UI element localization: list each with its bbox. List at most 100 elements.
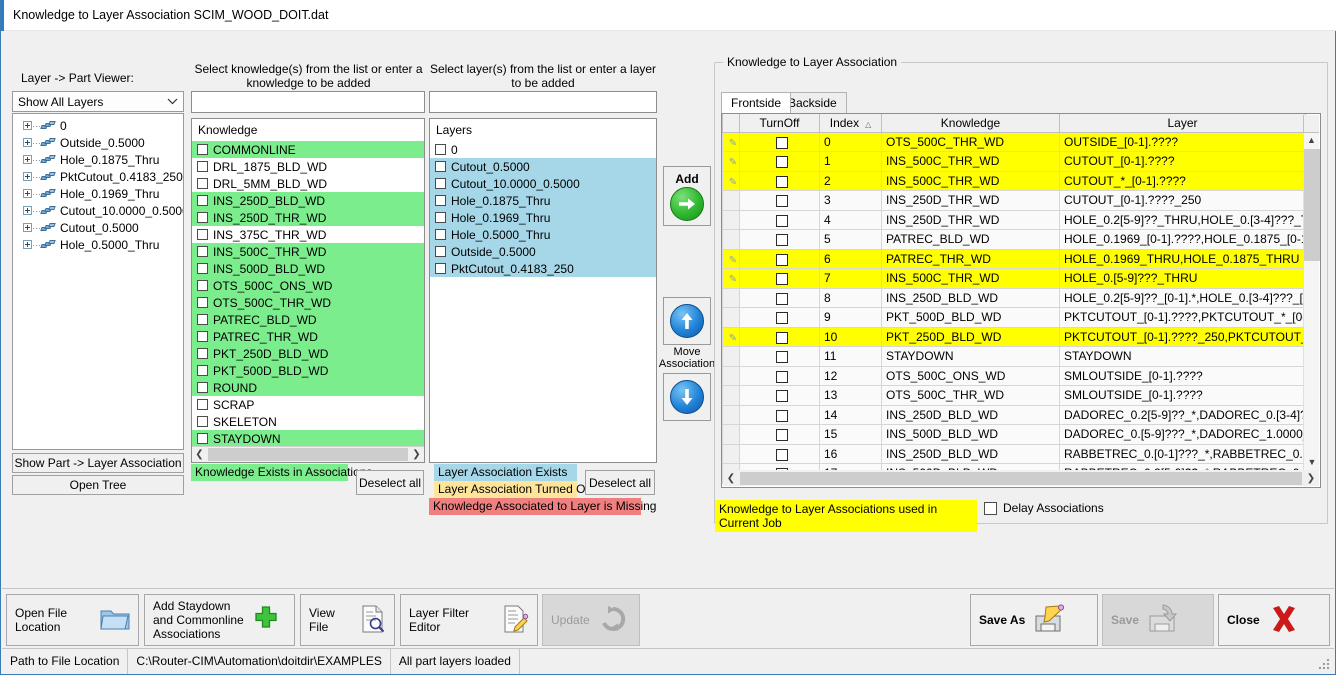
knowledge-list-item[interactable]: STAYDOWN: [192, 430, 424, 447]
layer-cell[interactable]: DADOREC_0.2[5-9]??_*,DADOREC_0.[3-4]???_…: [1059, 404, 1306, 425]
view-file-button[interactable]: View File: [300, 594, 395, 646]
knowledge-cell[interactable]: INS_500D_BLD_WD: [881, 424, 1060, 445]
tree-item[interactable]: ··· PktCutout_0.4183_250: [13, 168, 183, 185]
layers-list-item[interactable]: Hole_0.5000_Thru: [430, 226, 656, 243]
layers-list-item[interactable]: Cutout_10.0000_0.5000: [430, 175, 656, 192]
expand-plus-icon[interactable]: [23, 172, 32, 181]
delay-associations-checkbox[interactable]: [984, 501, 997, 515]
resize-grip-icon[interactable]: [1319, 659, 1331, 671]
table-hscrollbar[interactable]: ❮ ❯: [723, 470, 1319, 486]
layer-part-tree[interactable]: ··· 0 ··· Outside_0.5000 ··· Hole_0.1875…: [12, 113, 184, 450]
tree-item[interactable]: ··· Cutout_0.5000: [13, 219, 183, 236]
knowledge-item-checkbox[interactable]: [197, 416, 208, 427]
turnoff-cell[interactable]: [739, 287, 820, 308]
tree-item[interactable]: ··· Hole_0.1875_Thru: [13, 151, 183, 168]
table-row[interactable]: 8 INS_250D_BLD_WD HOLE_0.2[5-9]??_[0-1].*,…: [722, 287, 1306, 308]
knowledge-cell[interactable]: INS_250D_THR_WD: [881, 209, 1060, 230]
scroll-up-icon[interactable]: ▲: [1304, 133, 1319, 148]
table-row[interactable]: ✎ 2 INS_500C_THR_WD CUTOUT_*_[0-1].????: [722, 170, 1306, 191]
table-row[interactable]: 4 INS_250D_THR_WD HOLE_0.2[5-9]??_THRU,HOL…: [722, 209, 1306, 230]
table-row[interactable]: 13 OTS_500C_THR_WD SMLOUTSIDE_[0-1].????: [722, 385, 1306, 406]
layers-list-item[interactable]: PktCutout_0.4183_250: [430, 260, 656, 277]
knowledge-list-item[interactable]: OTS_500C_ONS_WD: [192, 277, 424, 294]
row-edit-indicator[interactable]: [722, 385, 740, 406]
knowledge-cell[interactable]: INS_500C_THR_WD: [881, 170, 1060, 191]
turnoff-cell[interactable]: [739, 424, 820, 445]
show-layers-combobox[interactable]: Show All Layers: [12, 91, 184, 112]
row-edit-indicator[interactable]: [722, 404, 740, 425]
turnoff-cell[interactable]: [739, 131, 820, 152]
knowledge-cell[interactable]: PATREC_BLD_WD: [881, 229, 1060, 250]
table-row[interactable]: 15 INS_500D_BLD_WD DADOREC_0.[5-9]???_*,DA…: [722, 424, 1306, 445]
knowledge-list-item[interactable]: OTS_500C_THR_WD: [192, 294, 424, 311]
show-part-layer-association-button[interactable]: Show Part -> Layer Association: [12, 453, 184, 473]
layers-list[interactable]: Layers 0 Cutout_0.5000 Cutout_10.0000_0.50…: [429, 118, 657, 463]
expand-plus-icon[interactable]: [23, 121, 32, 130]
knowledge-deselect-all-button[interactable]: Deselect all: [356, 470, 424, 495]
layer-item-checkbox[interactable]: [435, 263, 446, 274]
knowledge-list-item[interactable]: DRL_5MM_BLD_WD: [192, 175, 424, 192]
layer-cell[interactable]: PKTCUTOUT_[0-1].????_250,PKTCUTOUT_*_[0-…: [1059, 326, 1306, 347]
knowledge-item-checkbox[interactable]: [197, 144, 208, 155]
expand-plus-icon[interactable]: [23, 189, 32, 198]
knowledge-item-checkbox[interactable]: [197, 365, 208, 376]
turnoff-checkbox[interactable]: [775, 214, 788, 227]
knowledge-list-item[interactable]: PKT_500D_BLD_WD: [192, 362, 424, 379]
layer-cell[interactable]: HOLE_0.2[5-9]??_[0-1].*,HOLE_0.[3-4]???_…: [1059, 287, 1306, 308]
layers-list-item[interactable]: Cutout_0.5000: [430, 158, 656, 175]
row-edit-indicator[interactable]: ✎: [722, 268, 740, 289]
layer-cell[interactable]: HOLE_0.[5-9]???_THRU: [1059, 268, 1306, 289]
knowledge-item-checkbox[interactable]: [197, 314, 208, 325]
row-edit-indicator[interactable]: [722, 443, 740, 464]
layer-item-checkbox[interactable]: [435, 246, 446, 257]
scroll-left-icon[interactable]: ❮: [723, 473, 739, 484]
knowledge-cell[interactable]: INS_500C_THR_WD: [881, 151, 1060, 172]
column-header-index[interactable]: Index △: [819, 114, 882, 133]
turnoff-checkbox[interactable]: [775, 351, 788, 364]
layer-cell[interactable]: SMLOUTSIDE_[0-1].????: [1059, 365, 1306, 386]
knowledge-list-item[interactable]: ROUND: [192, 379, 424, 396]
turnoff-checkbox[interactable]: [775, 175, 788, 188]
tab-frontside[interactable]: Frontside: [721, 92, 792, 113]
row-edit-indicator[interactable]: ✎: [722, 151, 740, 172]
scroll-thumb[interactable]: [208, 448, 408, 461]
delay-associations-control[interactable]: Delay Associations: [984, 501, 1104, 515]
layer-cell[interactable]: RABBETREC_0.[0-1]???_*,RABBETREC_0.2[0-4…: [1059, 443, 1306, 464]
expand-plus-icon[interactable]: [23, 206, 32, 215]
knowledge-input[interactable]: [191, 91, 425, 113]
turnoff-checkbox[interactable]: [775, 429, 788, 442]
turnoff-cell[interactable]: [739, 307, 820, 328]
expand-plus-icon[interactable]: [23, 223, 32, 232]
knowledge-list-item[interactable]: SKELETON: [192, 413, 424, 430]
table-row[interactable]: 9 PKT_500D_BLD_WD PKTCUTOUT_[0-1].????,PKT…: [722, 307, 1306, 328]
knowledge-item-checkbox[interactable]: [197, 433, 208, 444]
open-tree-button[interactable]: Open Tree: [12, 475, 184, 495]
knowledge-hscrollbar[interactable]: ❮ ❯: [192, 446, 424, 462]
table-row[interactable]: 5 PATREC_BLD_WD HOLE_0.1969_[0-1].????,HOL…: [722, 229, 1306, 250]
turnoff-cell[interactable]: [739, 209, 820, 230]
knowledge-cell[interactable]: OTS_500C_THR_WD: [881, 131, 1060, 152]
table-row[interactable]: 16 INS_250D_BLD_WD RABBETREC_0.[0-1]???_*,…: [722, 443, 1306, 464]
column-header-turnoff[interactable]: TurnOff: [739, 114, 820, 133]
layer-item-checkbox[interactable]: [435, 195, 446, 206]
hscroll-thumb[interactable]: [740, 471, 1302, 485]
turnoff-checkbox[interactable]: [775, 448, 788, 461]
tree-item[interactable]: ··· 0: [13, 117, 183, 134]
turnoff-cell[interactable]: [739, 151, 820, 172]
layer-item-checkbox[interactable]: [435, 178, 446, 189]
knowledge-cell[interactable]: PKT_250D_BLD_WD: [881, 326, 1060, 347]
row-edit-indicator[interactable]: ✎: [722, 326, 740, 347]
row-edit-indicator[interactable]: [722, 190, 740, 211]
knowledge-cell[interactable]: OTS_500C_THR_WD: [881, 385, 1060, 406]
layer-item-checkbox[interactable]: [435, 161, 446, 172]
turnoff-cell[interactable]: [739, 248, 820, 269]
knowledge-item-checkbox[interactable]: [197, 382, 208, 393]
table-row[interactable]: 12 OTS_500C_ONS_WD SMLOUTSIDE_[0-1].????: [722, 365, 1306, 386]
knowledge-list-item[interactable]: PATREC_BLD_WD: [192, 311, 424, 328]
turnoff-cell[interactable]: [739, 365, 820, 386]
turnoff-cell[interactable]: [739, 443, 820, 464]
turnoff-checkbox[interactable]: [775, 253, 788, 266]
expand-plus-icon[interactable]: [23, 240, 32, 249]
knowledge-item-checkbox[interactable]: [197, 263, 208, 274]
tree-item[interactable]: ··· Hole_0.1969_Thru: [13, 185, 183, 202]
